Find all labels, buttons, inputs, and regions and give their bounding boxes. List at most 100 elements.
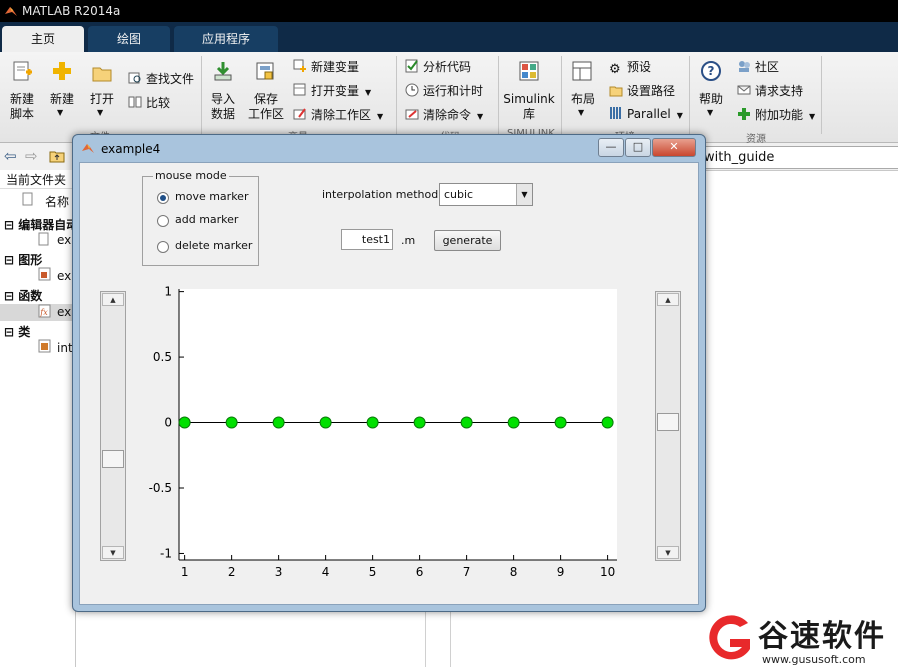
forward-arrow-icon[interactable]: ⇨ — [25, 147, 38, 165]
layout-dropdown-icon[interactable]: ▼ — [578, 108, 584, 117]
compare-label: 比较 — [146, 96, 171, 110]
parallel-dropdown-icon[interactable]: ▼ — [677, 111, 683, 120]
class-file-icon — [38, 339, 51, 353]
tab-apps[interactable]: 应用程序 — [174, 26, 278, 52]
collapse-icon[interactable]: ⊟ — [4, 218, 14, 232]
set-path-button[interactable]: 设置路径 — [609, 82, 675, 99]
add-ons-button[interactable]: 附加功能 ▼ — [737, 106, 815, 123]
back-arrow-icon[interactable]: ⇦ — [4, 147, 17, 165]
open-button[interactable]: 打开 — [88, 92, 116, 107]
preferences-label: 预设 — [627, 60, 652, 74]
current-folder-label: 当前文件夹 — [6, 173, 67, 187]
current-folder-panel: 当前文件夹 名称 ⊟ 编辑器自动 exa ⊟ 图形 exa ⊟ 函数 fx ex… — [0, 170, 79, 667]
request-support-button[interactable]: 请求支持 — [737, 82, 803, 99]
ribbon-separator — [821, 56, 822, 134]
name-column-header[interactable]: 名称 — [45, 193, 69, 210]
preferences-button[interactable]: ⚙ 预设 — [609, 58, 651, 77]
find-files-button[interactable]: 查找文件 — [128, 70, 194, 87]
parallel-icon — [610, 107, 621, 119]
right-slider[interactable]: ▲ ▼ — [655, 291, 681, 561]
open-variable-button[interactable]: 打开变量 ▼ — [293, 82, 371, 99]
request-support-label: 请求支持 — [755, 84, 804, 98]
analyze-code-label: 分析代码 — [423, 60, 472, 74]
clear-commands-button[interactable]: 清除命令 ▼ — [405, 106, 483, 123]
save-workspace-icon — [256, 62, 274, 80]
save-workspace-button[interactable]: 保存 工作区 — [247, 92, 285, 122]
open-variable-dropdown-icon[interactable]: ▼ — [365, 88, 371, 97]
x-tick-label: 4 — [322, 565, 330, 579]
data-point-marker[interactable] — [225, 416, 238, 429]
maximize-button[interactable]: □ — [625, 138, 651, 157]
new-variable-button[interactable]: 新建变量 — [293, 58, 359, 75]
x-tick-label: 8 — [510, 565, 518, 579]
clear-workspace-button[interactable]: 清除工作区 ▼ — [293, 106, 383, 123]
data-point-marker[interactable] — [178, 416, 191, 429]
add-ons-dropdown-icon[interactable]: ▼ — [809, 112, 815, 121]
section-label: 图形 — [18, 253, 43, 267]
data-point-marker[interactable] — [272, 416, 285, 429]
x-tick-label: 2 — [228, 565, 236, 579]
layout-button[interactable]: 布局 — [568, 92, 598, 107]
section-editor-autosave[interactable]: ⊟ 编辑器自动 — [4, 216, 78, 233]
slider-down-arrow-icon[interactable]: ▼ — [657, 546, 679, 559]
run-and-time-button[interactable]: 运行和计时 — [405, 82, 483, 99]
new-plus-icon — [53, 62, 71, 80]
help-button[interactable]: 帮助 — [696, 92, 726, 107]
open-folder-icon — [92, 67, 112, 82]
up-folder-icon[interactable] — [49, 149, 65, 163]
slider-up-arrow-icon[interactable]: ▲ — [657, 293, 679, 306]
data-point-marker[interactable] — [319, 416, 332, 429]
run-and-time-icon — [405, 83, 419, 97]
panel-divider — [0, 188, 75, 189]
collapse-icon[interactable]: ⊟ — [4, 289, 14, 303]
open-dropdown-icon[interactable]: ▼ — [97, 108, 103, 117]
data-point-marker[interactable] — [601, 416, 614, 429]
slider-thumb[interactable] — [657, 412, 679, 431]
section-classes[interactable]: ⊟ 类 — [4, 323, 30, 340]
file-icon — [38, 232, 49, 246]
plot-axes[interactable]: 1 0.5 0 -0.5 -1 1 2 3 4 5 6 7 8 9 10 — [80, 163, 698, 604]
compare-button[interactable]: 比较 — [128, 94, 170, 111]
data-point-marker[interactable] — [460, 416, 473, 429]
figure-title-bar[interactable]: example4 — □ ✕ — [73, 135, 705, 161]
clear-workspace-dropdown-icon[interactable]: ▼ — [377, 112, 383, 121]
app-title: MATLAB R2014a — [22, 4, 121, 18]
community-label: 社区 — [755, 60, 780, 74]
function-file-icon: fx — [38, 304, 51, 318]
x-tick-label: 9 — [557, 565, 565, 579]
help-dropdown-icon[interactable]: ▼ — [707, 108, 713, 117]
data-point-marker[interactable] — [366, 416, 379, 429]
parallel-button[interactable]: Parallel ▼ — [609, 106, 683, 121]
ribbon-separator — [561, 56, 562, 134]
new-script-button[interactable]: 新建 脚本 — [6, 92, 38, 122]
data-point-marker[interactable] — [507, 416, 520, 429]
close-button[interactable]: ✕ — [652, 138, 696, 157]
tab-plots[interactable]: 绘图 — [88, 26, 170, 52]
import-data-button[interactable]: 导入 数据 — [208, 92, 238, 122]
svg-text:?: ? — [708, 64, 715, 78]
section-figures[interactable]: ⊟ 图形 — [4, 251, 42, 268]
analyze-code-button[interactable]: 分析代码 — [405, 58, 471, 75]
new-variable-label: 新建变量 — [311, 60, 360, 74]
list-item[interactable]: int — [57, 341, 73, 355]
data-point-marker[interactable] — [413, 416, 426, 429]
tab-home[interactable]: 主页 — [2, 26, 84, 52]
matlab-figure-icon — [82, 144, 94, 153]
new-button[interactable]: 新建 — [48, 92, 76, 107]
collapse-icon[interactable]: ⊟ — [4, 325, 14, 339]
simulink-button[interactable]: Simulink 库 — [503, 92, 555, 122]
community-icon — [739, 61, 750, 72]
find-files-icon — [128, 72, 141, 84]
data-point-marker[interactable] — [554, 416, 567, 429]
current-folder-path[interactable]: with_guide — [700, 146, 898, 169]
x-tick-label: 5 — [369, 565, 377, 579]
set-path-icon — [609, 86, 623, 97]
minimize-button[interactable]: — — [598, 138, 624, 157]
collapse-icon[interactable]: ⊟ — [4, 253, 14, 267]
figure-file-icon — [38, 267, 51, 281]
section-functions[interactable]: ⊟ 函数 — [4, 287, 42, 304]
new-dropdown-icon[interactable]: ▼ — [57, 108, 63, 117]
clear-commands-dropdown-icon[interactable]: ▼ — [477, 112, 483, 121]
y-tick-label: 1 — [164, 285, 172, 299]
community-button[interactable]: 社区 — [737, 58, 779, 75]
